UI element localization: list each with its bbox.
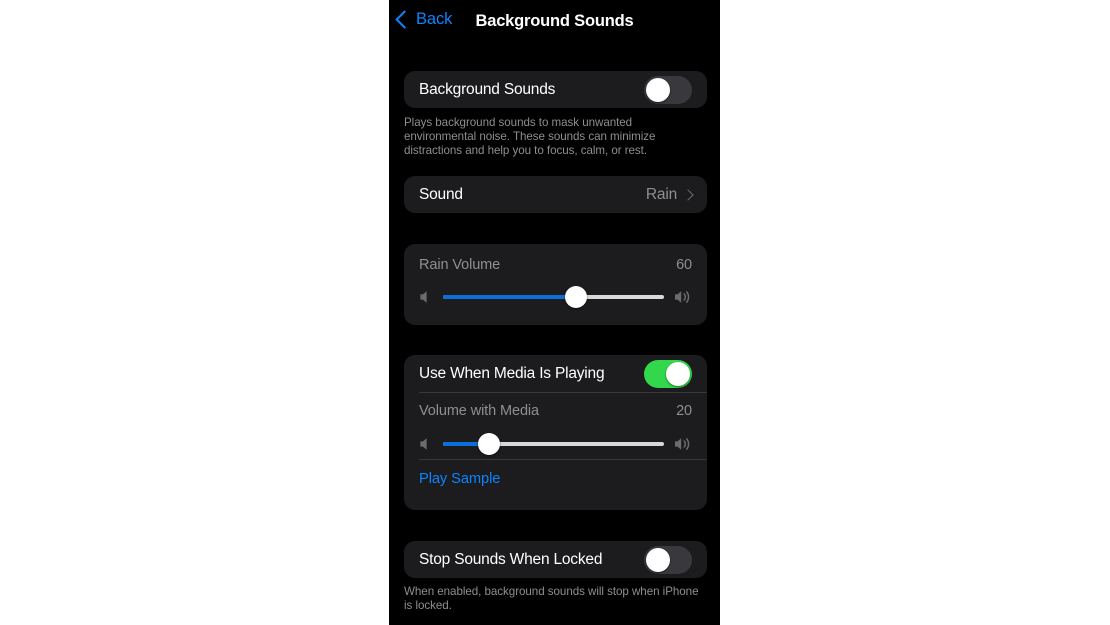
stop-sounds-row[interactable]: Stop Sounds When Locked [404,541,707,578]
sound-row[interactable]: Sound Rain [404,176,707,213]
speaker-mute-icon [420,291,427,303]
background-sounds-footnote: Plays background sounds to mask unwanted… [404,116,656,158]
toggle-knob [666,361,690,386]
play-sample-button[interactable]: Play Sample [404,460,707,498]
rain-volume-value: 60 [676,257,692,273]
volume-with-media-slider-row [404,429,707,459]
toggle-knob [646,77,670,102]
stop-sounds-footnote: When enabled, background sounds will sto… [404,585,699,613]
slider-fill [443,295,576,299]
play-sample-label: Play Sample [419,471,501,487]
page-title: Background Sounds [475,12,634,30]
sound-card: Sound Rain [404,176,707,213]
stop-sounds-toggle[interactable] [644,545,692,574]
stop-sounds-card: Stop Sounds When Locked [404,541,707,578]
volume-with-media-label: Volume with Media [419,403,539,419]
rain-volume-slider[interactable] [443,286,664,308]
navigation-bar: Back Background Sounds [389,0,720,45]
rain-volume-slider-row [404,282,707,312]
slider-thumb[interactable] [564,286,587,308]
volume-with-media-header: Volume with Media 20 [404,393,707,429]
stop-sounds-label: Stop Sounds When Locked [419,550,603,568]
speaker-wave-icon [675,438,690,450]
use-when-media-label: Use When Media Is Playing [419,364,605,382]
rain-volume-card: Rain Volume 60 [404,244,707,325]
volume-with-media-slider[interactable] [443,433,664,455]
slider-thumb[interactable] [478,433,501,455]
use-when-media-row[interactable]: Use When Media Is Playing [404,355,707,392]
background-sounds-label: Background Sounds [419,80,556,98]
background-sounds-row[interactable]: Background Sounds [404,71,707,108]
rain-volume-label: Rain Volume [419,257,501,273]
toggle-knob [646,547,670,572]
media-playback-card: Use When Media Is Playing Volume with Me… [404,355,707,510]
speaker-wave-icon [675,291,690,303]
background-sounds-card: Background Sounds [404,71,707,108]
use-when-media-toggle[interactable] [644,359,692,388]
sound-value: Rain [645,185,677,203]
speaker-mute-icon [420,438,427,450]
chevron-right-icon [682,188,694,201]
rain-volume-header: Rain Volume 60 [404,248,707,282]
volume-with-media-value: 20 [676,403,692,419]
background-sounds-toggle[interactable] [644,75,692,104]
sound-label: Sound [419,185,463,203]
iphone-screen: Back Background Sounds Background Sounds… [389,0,720,625]
